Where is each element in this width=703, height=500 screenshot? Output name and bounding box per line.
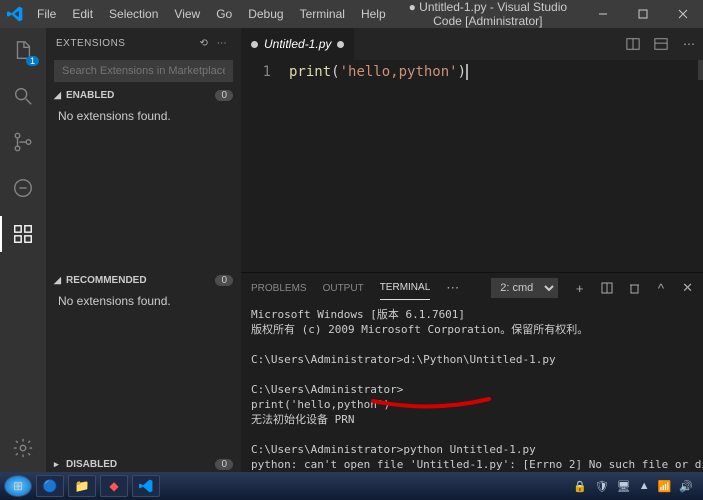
terminal-content[interactable]: Microsoft Windows [版本 6.1.7601] 版权所有 (c)… <box>241 303 703 472</box>
menu-debug[interactable]: Debug <box>241 3 290 25</box>
section-recommended[interactable]: ◢ RECOMMENDED 0 <box>46 273 241 288</box>
maximize-button[interactable] <box>623 0 663 28</box>
settings-gear-icon[interactable] <box>9 434 37 462</box>
maximize-panel-icon[interactable]: ^ <box>656 281 666 296</box>
section-recommended-label: RECOMMENDED <box>66 275 147 286</box>
tab-output[interactable]: OUTPUT <box>323 277 364 300</box>
kill-terminal-icon[interactable] <box>629 282 640 294</box>
menu-help[interactable]: Help <box>354 3 393 25</box>
taskbar-vscode[interactable] <box>132 475 160 497</box>
panel-more-icon[interactable]: ⋯ <box>446 280 459 296</box>
chevron-down-icon: ◢ <box>54 275 66 286</box>
section-recommended-count: 0 <box>215 275 233 286</box>
chevron-right-icon: ▸ <box>54 459 66 470</box>
taskbar-app-1[interactable]: 🔵 <box>36 475 64 497</box>
menu-file[interactable]: File <box>30 3 63 25</box>
close-panel-icon[interactable]: ✕ <box>682 280 693 296</box>
menu-bar: File Edit Selection View Go Debug Termin… <box>30 3 393 25</box>
menu-view[interactable]: View <box>167 3 207 25</box>
editor-more-icon[interactable]: ⋯ <box>675 28 703 60</box>
editor-area: Untitled-1.py ⋯ 1 print('hello,python') … <box>241 28 703 472</box>
line-number: 1 <box>241 62 289 272</box>
clear-extensions-icon[interactable]: ⟲ <box>195 38 213 49</box>
split-terminal-icon[interactable] <box>601 282 613 294</box>
terminal-select[interactable]: 2: cmd <box>491 278 558 298</box>
new-terminal-icon[interactable]: + <box>574 281 584 296</box>
tray-volume-icon[interactable]: 🔊 <box>679 480 693 493</box>
explorer-icon[interactable]: 1 <box>9 36 37 64</box>
menu-edit[interactable]: Edit <box>65 3 100 25</box>
tab-untitled-1[interactable]: Untitled-1.py <box>241 28 354 60</box>
tab-terminal[interactable]: TERMINAL <box>380 276 431 300</box>
more-actions-icon[interactable]: ⋯ <box>213 38 231 49</box>
minimap[interactable] <box>698 60 703 80</box>
start-button[interactable]: ⊞ <box>4 475 32 497</box>
tray-icon[interactable]: 🛡 <box>595 480 609 493</box>
bottom-panel: PROBLEMS OUTPUT TERMINAL ⋯ 2: cmd + ^ ✕ … <box>241 272 703 472</box>
chevron-down-icon: ◢ <box>54 90 66 101</box>
close-button[interactable] <box>663 0 703 28</box>
extensions-icon[interactable] <box>9 220 37 248</box>
extensions-search-input[interactable] <box>54 60 233 82</box>
editor-tabs: Untitled-1.py ⋯ <box>241 28 703 60</box>
text-cursor <box>466 64 468 80</box>
search-icon[interactable] <box>9 82 37 110</box>
menu-terminal[interactable]: Terminal <box>293 3 352 25</box>
taskbar-app-2[interactable]: 📁 <box>68 475 96 497</box>
unsaved-dot-icon <box>337 41 344 48</box>
tray-icon[interactable]: 🖥 <box>617 480 631 493</box>
extensions-sidebar: EXTENSIONS ⟲ ⋯ ◢ ENABLED 0 No extensions… <box>46 28 241 472</box>
title-bar: File Edit Selection View Go Debug Termin… <box>0 0 703 28</box>
taskbar-app-3[interactable]: ◆ <box>100 475 128 497</box>
window-title: ● Untitled-1.py - Visual Studio Code [Ad… <box>393 0 583 28</box>
layout-icon[interactable] <box>647 28 675 60</box>
tray-network-icon[interactable]: 📶 <box>658 480 672 493</box>
tray-chevron-icon[interactable]: ▲ <box>639 480 650 492</box>
vscode-logo-icon <box>0 6 30 22</box>
windows-taskbar: ⊞ 🔵 📁 ◆ 🔒 🛡 🖥 ▲ 📶 🔊 <box>0 472 703 500</box>
section-enabled[interactable]: ◢ ENABLED 0 <box>46 88 241 103</box>
tray-icon[interactable]: 🔒 <box>573 480 587 493</box>
system-tray[interactable]: 🔒 🛡 🖥 ▲ 📶 🔊 <box>573 480 699 493</box>
section-disabled-label: DISABLED <box>66 459 117 470</box>
debug-icon[interactable] <box>9 174 37 202</box>
section-enabled-body: No extensions found. <box>46 103 241 129</box>
tab-label: Untitled-1.py <box>264 37 331 51</box>
unsaved-dot-icon <box>251 41 258 48</box>
section-disabled[interactable]: ▸ DISABLED 0 <box>46 457 241 472</box>
code-editor[interactable]: 1 print('hello,python') <box>241 60 703 272</box>
minimize-button[interactable] <box>583 0 623 28</box>
section-enabled-count: 0 <box>215 90 233 101</box>
section-recommended-body: No extensions found. <box>46 288 241 314</box>
menu-go[interactable]: Go <box>209 3 239 25</box>
tab-problems[interactable]: PROBLEMS <box>251 277 307 300</box>
menu-selection[interactable]: Selection <box>102 3 165 25</box>
code-line: print('hello,python') <box>289 62 703 272</box>
section-enabled-label: ENABLED <box>66 90 114 101</box>
section-disabled-count: 0 <box>215 459 233 470</box>
split-editor-icon[interactable] <box>619 28 647 60</box>
sidebar-title: EXTENSIONS <box>56 38 125 49</box>
explorer-badge: 1 <box>26 56 39 66</box>
source-control-icon[interactable] <box>9 128 37 156</box>
activity-bar: 1 <box>0 28 46 472</box>
